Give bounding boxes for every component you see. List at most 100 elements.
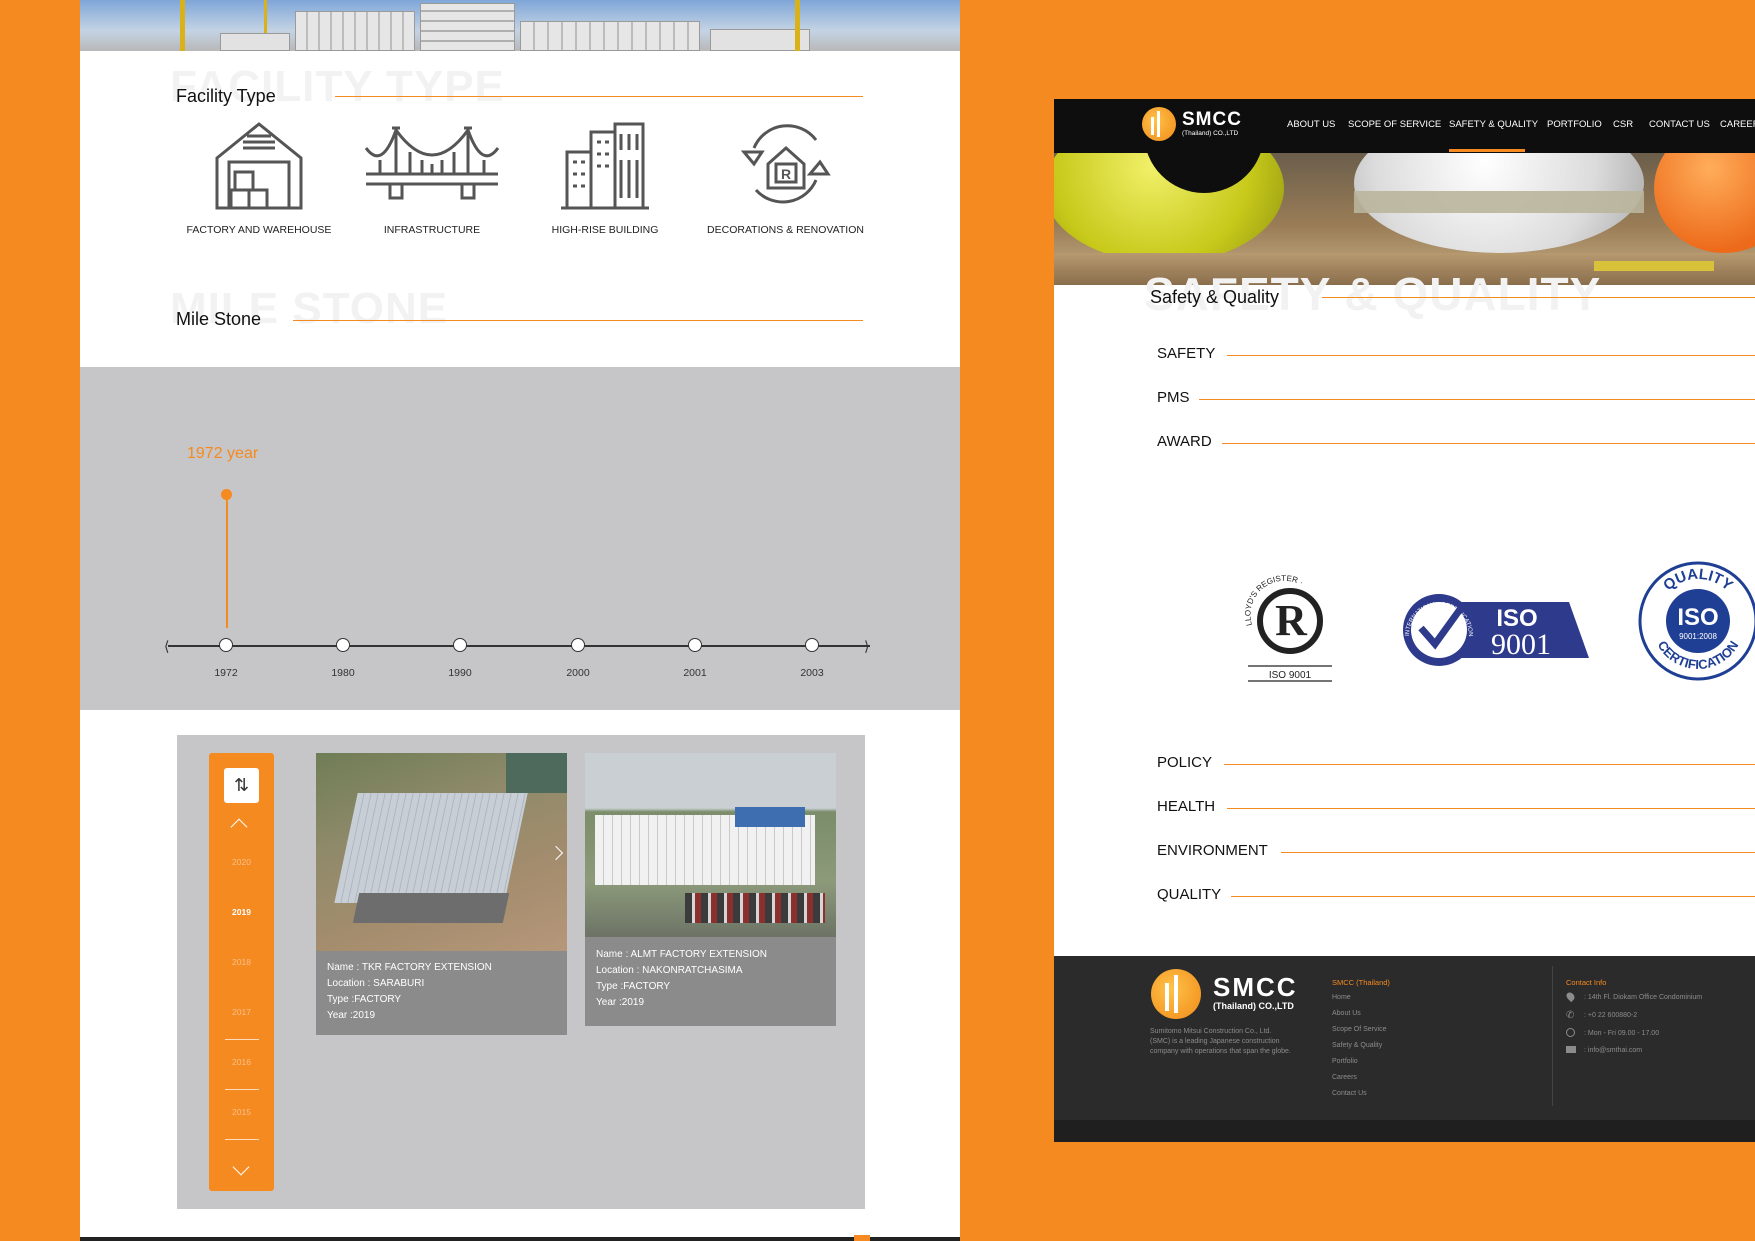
- nav-csr[interactable]: CSR: [1613, 119, 1633, 130]
- milestone-title: Mile Stone: [176, 309, 262, 329]
- facility-title-line: [335, 96, 863, 97]
- safety-title-line: [1322, 297, 1755, 298]
- nav-contact-us[interactable]: CONTACT US: [1649, 119, 1710, 130]
- facility-label: DECORATIONS & RENOVATION: [707, 224, 864, 236]
- renovation-house-icon: R: [740, 124, 831, 204]
- mail-icon: [1566, 1046, 1576, 1053]
- footer-link-scope[interactable]: Scope Of Service: [1332, 1026, 1386, 1033]
- facility-item-highrise[interactable]: HIGH-RISE BUILDING: [525, 118, 685, 236]
- milestone-active-label: 1972 year: [187, 445, 259, 462]
- facility-label: HIGH-RISE BUILDING: [551, 224, 659, 236]
- chevron-right-icon[interactable]: [548, 845, 564, 861]
- timeline-node-1972[interactable]: [219, 638, 233, 652]
- year-option[interactable]: 2016: [209, 1057, 274, 1067]
- accordion-quality[interactable]: QUALITY: [1157, 886, 1221, 903]
- scroll-top-button[interactable]: [854, 1235, 870, 1241]
- contact-address: : 14th Fl. Diokam Office Condominium: [1584, 994, 1703, 1001]
- year-divider: [225, 1139, 259, 1140]
- location-pin-icon: [1564, 990, 1577, 1003]
- chevron-up-icon[interactable]: [230, 818, 248, 836]
- timeline-node-2001[interactable]: [688, 638, 702, 652]
- footer-link-safety[interactable]: Safety & Quality: [1332, 1042, 1382, 1049]
- accordion-line: [1281, 852, 1755, 853]
- nav-career[interactable]: CAREER: [1720, 119, 1755, 130]
- footer-description: company with operations that span the gl…: [1150, 1048, 1291, 1055]
- milestone-timeline-band: 1972 year ⟨ ⟩ 1972 1980 1990 2000 2001 2…: [80, 367, 960, 710]
- brand-name[interactable]: SMCC: [1182, 109, 1242, 131]
- quality-certification-seal: QUALITY CERTIFICATION ISO 9001:2008: [1638, 561, 1755, 681]
- facility-label: INFRASTRUCTURE: [383, 224, 481, 236]
- milestone-marker-line: [226, 495, 228, 628]
- year-option-selected[interactable]: 2019: [209, 907, 274, 917]
- sort-toggle-button[interactable]: ⇅: [224, 768, 259, 803]
- timeline-year-label: 1990: [448, 667, 472, 679]
- nav-safety-quality[interactable]: SAFETY & QUALITY: [1449, 119, 1538, 130]
- year-option[interactable]: 2020: [209, 857, 274, 867]
- year-picker: ⇅ 2020 2019 2018 2017 2016 2015: [209, 753, 274, 1191]
- timeline-year-label: 2000: [566, 667, 590, 679]
- timeline-year-label: 2003: [800, 667, 824, 679]
- accordion-line: [1227, 808, 1755, 809]
- accordion-line: [1231, 896, 1755, 897]
- footer-edge: [80, 1237, 960, 1241]
- timeline-node-2003[interactable]: [805, 638, 819, 652]
- bridge-icon: [364, 126, 500, 200]
- timeline-left-arrow-icon[interactable]: ⟨: [164, 639, 169, 653]
- nav-portfolio[interactable]: PORTFOLIO: [1547, 119, 1602, 130]
- timeline-node-2000[interactable]: [571, 638, 585, 652]
- svg-text:R: R: [1275, 596, 1308, 645]
- accordion-pms[interactable]: PMS: [1157, 389, 1190, 406]
- timeline-right-arrow-icon[interactable]: ⟩: [864, 639, 869, 653]
- iso-9001-badge: INTERNATIONAL CERTIFICATION ISO 9001: [1399, 586, 1589, 666]
- accordion-environment[interactable]: ENVIRONMENT: [1157, 842, 1268, 859]
- iso-badge-number: 9001: [1491, 628, 1551, 661]
- footer-divider: [1552, 966, 1553, 1106]
- timeline-node-1980[interactable]: [336, 638, 350, 652]
- footer-logo-icon[interactable]: [1151, 969, 1201, 1019]
- project-location: Location : SARABURI: [327, 978, 425, 989]
- clock-icon: [1566, 1028, 1575, 1037]
- project-name: Name : TKR FACTORY EXTENSION: [327, 962, 492, 973]
- nav-scope-of-service[interactable]: SCOPE OF SERVICE: [1348, 119, 1441, 130]
- facility-item-renovation[interactable]: R DECORATIONS & RENOVATION: [698, 118, 873, 236]
- timeline-year-label: 2001: [683, 667, 707, 679]
- facility-label: FACTORY AND WAREHOUSE: [186, 224, 332, 236]
- contact-phone: : +0 22 600880-2: [1584, 1012, 1638, 1019]
- project-name: Name : ALMT FACTORY EXTENSION: [596, 949, 767, 960]
- facility-item-infrastructure[interactable]: INFRASTRUCTURE: [352, 118, 512, 236]
- project-card-tkr[interactable]: Name : TKR FACTORY EXTENSION Location : …: [316, 753, 567, 1035]
- project-card-almt[interactable]: Name : ALMT FACTORY EXTENSION Location :…: [585, 753, 836, 1026]
- year-option[interactable]: 2018: [209, 957, 274, 967]
- chevron-down-icon[interactable]: [232, 1158, 250, 1176]
- accordion-policy[interactable]: POLICY: [1157, 754, 1212, 771]
- nav-about-us[interactable]: ABOUT US: [1287, 119, 1335, 130]
- accordion-line: [1224, 764, 1755, 765]
- accordion-line: [1199, 399, 1755, 400]
- accordion-safety[interactable]: SAFETY: [1157, 345, 1215, 362]
- footer-links-title: SMCC (Thailand): [1332, 978, 1390, 987]
- footer-description: (SMC) is a leading Japanese construction: [1150, 1038, 1280, 1045]
- milestone-title-line: [293, 320, 863, 321]
- contact-email[interactable]: : info@smthai.com: [1584, 1047, 1642, 1054]
- project-location: Location : NAKONRATCHASIMA: [596, 965, 743, 976]
- footer-link-contact[interactable]: Contact Us: [1332, 1090, 1367, 1097]
- footer-link-portfolio[interactable]: Portfolio: [1332, 1058, 1358, 1065]
- year-option[interactable]: 2015: [209, 1107, 274, 1117]
- footer-link-about[interactable]: About Us: [1332, 1010, 1361, 1017]
- accordion-award[interactable]: AWARD: [1157, 433, 1212, 450]
- smcc-logo-icon[interactable]: [1142, 107, 1176, 141]
- contact-hours: : Mon - Fri 09.00 - 17.00: [1584, 1030, 1660, 1037]
- timeline-node-1990[interactable]: [453, 638, 467, 652]
- svg-text:R: R: [780, 166, 790, 182]
- footer-description: Sumitomo Mitsui Construction Co., Ltd.: [1150, 1028, 1272, 1035]
- footer-link-careers[interactable]: Careers: [1332, 1074, 1357, 1081]
- year-option[interactable]: 2017: [209, 1007, 274, 1017]
- year-divider: [225, 1039, 259, 1040]
- footer-link-home[interactable]: Home: [1332, 994, 1351, 1001]
- left-page-mockup: FACILITY TYPE Facility Type FACTORY AND …: [80, 0, 960, 1241]
- accordion-health[interactable]: HEALTH: [1157, 798, 1215, 815]
- safety-quality-title: Safety & Quality: [1150, 287, 1280, 307]
- site-footer: SMCC (Thailand) CO.,LTD Sumitomo Mitsui …: [1054, 956, 1755, 1142]
- facility-item-factory[interactable]: FACTORY AND WAREHOUSE: [179, 118, 339, 236]
- seal-iso: ISO: [1677, 604, 1718, 631]
